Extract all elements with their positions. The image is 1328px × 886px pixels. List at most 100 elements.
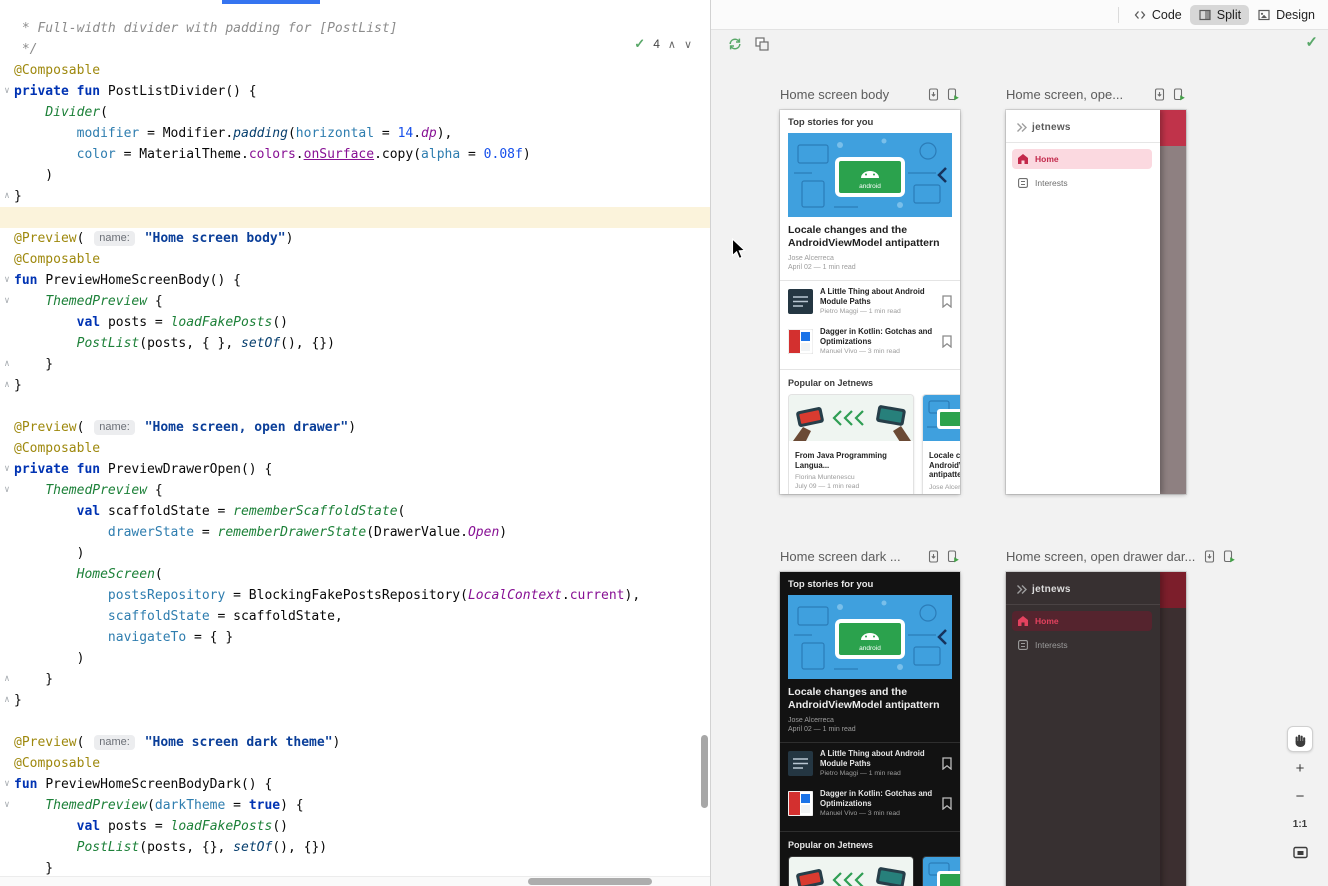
preview-title[interactable]: Home screen dark ... [780,549,901,564]
preview-card-home-dark[interactable]: Top stories for you [780,572,960,886]
preview-card-drawer-dark[interactable]: jetnews Home Interests [1006,572,1186,886]
drawer-item-interests[interactable]: Interests [1012,635,1152,655]
bookmark-icon[interactable] [942,797,952,810]
code-line[interactable]: } [0,669,710,690]
code-line[interactable]: @Composable [0,60,710,81]
next-problem-icon[interactable]: ∨ [684,38,692,51]
post-list-item[interactable]: Dagger in Kotlin: Gotchas and Optimizati… [780,321,960,361]
mode-design-button[interactable]: Design [1249,5,1323,25]
drawer-item-home[interactable]: Home [1012,611,1152,631]
fold-marker[interactable]: ∨ [2,780,12,789]
view-options-icon[interactable] [754,36,770,52]
post-title[interactable]: Locale changes and the AndroidViewModel … [788,224,952,249]
code-line[interactable]: val scaffoldState = rememberScaffoldStat… [0,501,710,522]
preview-title[interactable]: Home screen, ope... [1006,87,1123,102]
fold-marker[interactable]: ∨ [2,801,12,810]
fold-marker[interactable]: ∨ [2,276,12,285]
zoom-to-fit-button[interactable] [1287,840,1313,864]
run-on-device-icon[interactable] [1222,550,1236,563]
preview-title[interactable]: Home screen body [780,87,889,102]
code-line[interactable] [0,711,710,732]
inspections-widget[interactable]: ✓ 4 ∧ ∨ [634,36,692,52]
fold-marker[interactable]: ∨ [2,297,12,306]
code-line[interactable]: } [0,186,710,207]
code-line[interactable]: modifier = Modifier.padding(horizontal =… [0,123,710,144]
code-line[interactable]: ThemedPreview { [0,480,710,501]
code-line[interactable]: ThemedPreview(darkTheme = true) { [0,795,710,816]
editor-horizontal-scrollbar-track[interactable] [0,876,710,886]
code-line[interactable]: ) [0,648,710,669]
gutter[interactable]: ∨∨∨∨∨∨∨∧∧∧∧∧ [0,0,14,886]
code-line[interactable]: @Preview( name: "Home screen dark theme"… [0,732,710,753]
fold-marker[interactable]: ∨ [2,486,12,495]
code-line[interactable]: * Full-width divider with padding for [P… [0,18,710,39]
ui-check-icon[interactable] [927,550,940,563]
fold-marker[interactable]: ∧ [2,381,12,390]
code-line[interactable] [0,207,710,228]
code-line[interactable]: @Composable [0,753,710,774]
zoom-in-button[interactable]: + [1287,756,1313,780]
code-line[interactable]: drawerState = rememberDrawerState(Drawer… [0,522,710,543]
post-list-item[interactable]: A Little Thing about Android Module Path… [780,281,960,321]
popular-card[interactable]: Locale changes and the AndroidViewModel … [922,856,960,886]
code-line[interactable]: val posts = loadFakePosts() [0,312,710,333]
bookmark-icon[interactable] [942,757,952,770]
ui-check-icon[interactable] [1153,88,1166,101]
fold-marker[interactable]: ∧ [2,360,12,369]
code-line[interactable]: PostList(posts, { }, setOf(), {}) [0,333,710,354]
code-line[interactable]: postsRepository = BlockingFakePostsRepos… [0,585,710,606]
code-line[interactable]: HomeScreen( [0,564,710,585]
code-line[interactable]: */ [0,39,710,60]
bookmark-icon[interactable] [942,295,952,308]
bookmark-icon[interactable] [942,335,952,348]
popular-card[interactable]: Locale changes and the AndroidViewModel … [922,394,960,494]
zoom-out-button[interactable]: − [1287,784,1313,808]
code-line[interactable]: @Composable [0,249,710,270]
post-title[interactable]: Locale changes and the AndroidViewModel … [788,686,952,711]
code-line[interactable]: private fun PostListDivider() { [0,81,710,102]
zoom-actual-size-button[interactable]: 1:1 [1287,812,1313,836]
code-line[interactable]: color = MaterialTheme.colors.onSurface.c… [0,144,710,165]
code-line[interactable]: navigateTo = { } [0,627,710,648]
run-on-device-icon[interactable] [1172,88,1186,101]
code-line[interactable]: ) [0,165,710,186]
code-line[interactable] [0,396,710,417]
drawer-item-interests[interactable]: Interests [1012,173,1152,193]
code-line[interactable]: Divider( [0,102,710,123]
code-line[interactable]: @Preview( name: "Home screen, open drawe… [0,417,710,438]
fold-marker[interactable]: ∧ [2,192,12,201]
code-line[interactable]: scaffoldState = scaffoldState, [0,606,710,627]
drawer-item-home[interactable]: Home [1012,149,1152,169]
code-line[interactable]: @Preview( name: "Home screen body") [0,228,710,249]
ui-check-icon[interactable] [927,88,940,101]
build-refresh-icon[interactable] [727,36,743,52]
popular-card[interactable]: From Java Programming Langua... Florina … [788,394,914,494]
code-line[interactable]: @Composable [0,438,710,459]
code-line[interactable]: private fun PreviewDrawerOpen() { [0,459,710,480]
ui-check-icon[interactable] [1203,550,1216,563]
mode-split-button[interactable]: Split [1190,5,1249,25]
popular-card[interactable]: From Java Programming Langua... Florina … [788,856,914,886]
code-line[interactable]: } [0,375,710,396]
code-line[interactable]: val posts = loadFakePosts() [0,816,710,837]
previous-problem-icon[interactable]: ∧ [668,38,676,51]
preview-card-home-body[interactable]: Top stories for you [780,110,960,494]
pan-tool-button[interactable] [1287,726,1313,752]
code-area[interactable]: * Full-width divider with padding for [P… [0,18,710,879]
mode-code-button[interactable]: Code [1125,5,1190,25]
fold-marker[interactable]: ∨ [2,465,12,474]
code-line[interactable]: fun PreviewHomeScreenBody() { [0,270,710,291]
code-line[interactable]: } [0,690,710,711]
post-list-item[interactable]: Dagger in Kotlin: Gotchas and Optimizati… [780,783,960,823]
preview-card-drawer-open[interactable]: jetnews Home Interests [1006,110,1186,494]
code-line[interactable]: ) [0,543,710,564]
code-line[interactable]: fun PreviewHomeScreenBodyDark() { [0,774,710,795]
run-on-device-icon[interactable] [946,550,960,563]
code-line[interactable]: } [0,354,710,375]
editor-pane[interactable]: * Full-width divider with padding for [P… [0,0,710,886]
fold-marker[interactable]: ∨ [2,87,12,96]
post-list-item[interactable]: A Little Thing about Android Module Path… [780,743,960,783]
editor-horizontal-scrollbar[interactable] [528,878,652,885]
code-line[interactable]: ThemedPreview { [0,291,710,312]
fold-marker[interactable]: ∧ [2,696,12,705]
